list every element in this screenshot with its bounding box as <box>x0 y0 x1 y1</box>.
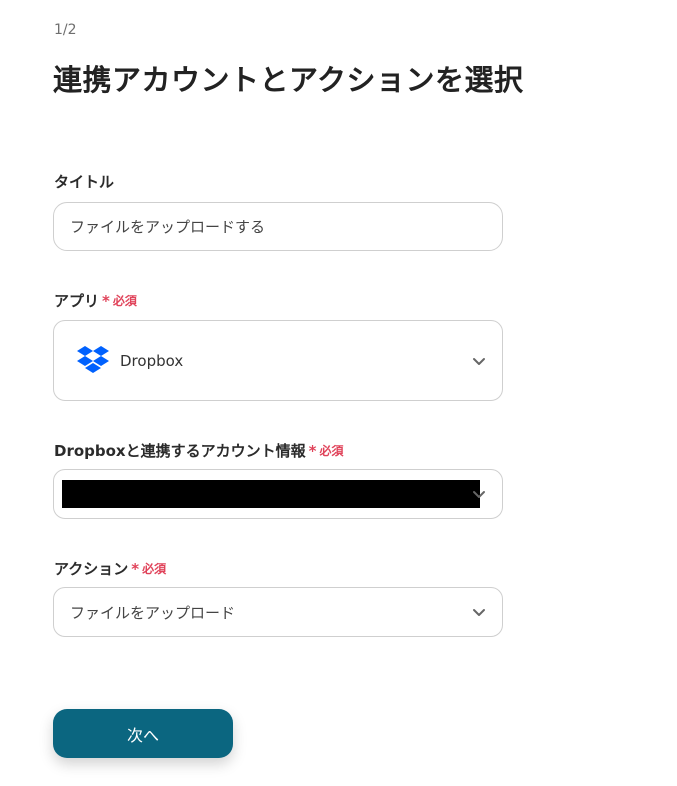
account-field-label: Dropboxと連携するアカウント情報 * 必須 <box>54 440 344 461</box>
title-field-label: タイトル <box>54 171 114 192</box>
account-select[interactable] <box>53 469 503 519</box>
app-field-label: アプリ * 必須 <box>54 290 137 311</box>
app-label-text: アプリ <box>54 292 100 310</box>
step-indicator: 1/2 <box>54 22 77 38</box>
title-input[interactable] <box>70 217 486 236</box>
action-label-text: アクション <box>54 560 129 578</box>
next-button[interactable]: 次へ <box>53 709 233 758</box>
title-label-text: タイトル <box>54 173 115 191</box>
chevron-down-icon <box>472 487 486 501</box>
required-badge: 必須 <box>142 562 167 576</box>
chevron-down-icon <box>472 354 486 368</box>
required-badge: 必須 <box>112 294 137 308</box>
action-field-label: アクション * 必須 <box>54 558 166 579</box>
title-field[interactable] <box>53 202 503 251</box>
required-asterisk: * <box>131 559 140 578</box>
required-asterisk: * <box>308 441 317 460</box>
selected-action: ファイルをアップロード <box>70 603 236 622</box>
chevron-down-icon <box>472 605 486 619</box>
required-asterisk: * <box>102 291 110 310</box>
dropbox-logo-icon <box>76 345 110 377</box>
required-badge: 必須 <box>319 444 344 458</box>
redacted-account-value <box>62 480 480 508</box>
page-title: 連携アカウントとアクションを選択 <box>53 63 524 97</box>
app-select[interactable]: Dropbox <box>53 320 503 401</box>
action-select[interactable]: ファイルをアップロード <box>53 587 503 637</box>
selected-app-name: Dropbox <box>120 351 184 370</box>
account-label-text: Dropboxと連携するアカウント情報 <box>54 442 306 460</box>
